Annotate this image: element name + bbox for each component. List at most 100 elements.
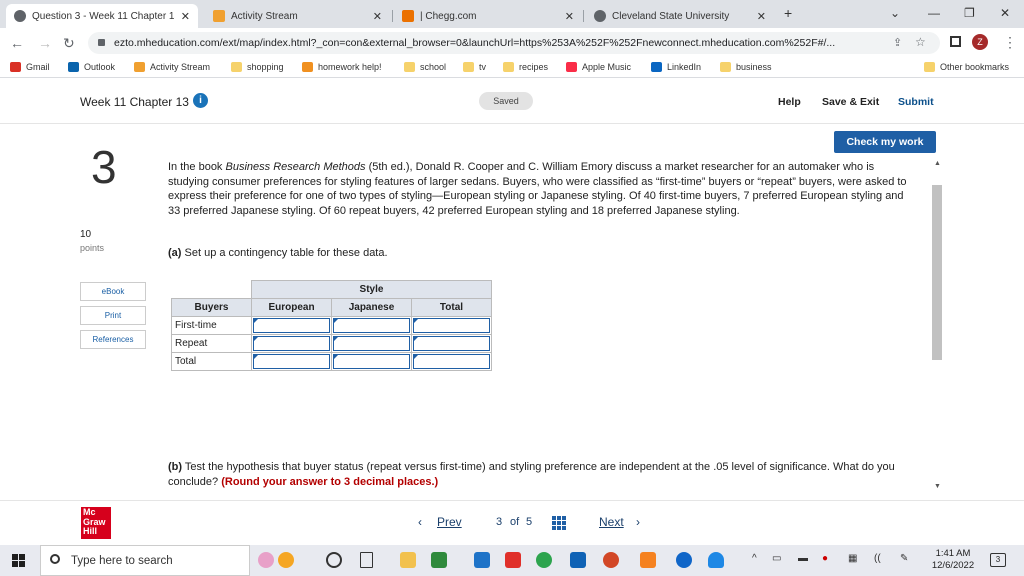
taskbar-clock[interactable]: 1:41 AM 12/6/2022 bbox=[924, 548, 982, 572]
close-icon[interactable]: ✕ bbox=[757, 10, 766, 23]
tab-activity-stream[interactable]: Activity Stream ✕ bbox=[205, 4, 390, 28]
prev-button[interactable]: Prev bbox=[437, 515, 462, 529]
question-prompt: In the book Business Research Methods (5… bbox=[168, 161, 907, 217]
bookmark-other[interactable]: Other bookmarks bbox=[924, 62, 1009, 72]
bookmark-gmail[interactable]: Gmail bbox=[10, 62, 50, 72]
csu-icon bbox=[594, 10, 606, 22]
close-icon[interactable]: ✕ bbox=[373, 10, 382, 23]
notification-icon[interactable]: 3 bbox=[990, 553, 1006, 567]
bookmark-linkedin[interactable]: LinkedIn bbox=[651, 62, 701, 72]
scroll-down-icon[interactable]: ▼ bbox=[934, 483, 941, 490]
bookmark-outlook[interactable]: Outlook bbox=[68, 62, 115, 72]
folder-icon bbox=[463, 62, 474, 72]
store-icon[interactable] bbox=[431, 552, 447, 568]
assignment-footer: Mc Graw Hill ‹ Prev 3 of 5 Next › bbox=[0, 500, 1024, 545]
powerpoint-icon[interactable] bbox=[603, 552, 619, 568]
chrome-taskbar-icon[interactable] bbox=[536, 552, 552, 568]
app-icon[interactable] bbox=[640, 552, 656, 568]
folder-icon bbox=[924, 62, 935, 72]
cortana-icon[interactable] bbox=[326, 552, 342, 568]
info-icon[interactable]: i bbox=[193, 93, 208, 108]
restore-icon[interactable]: ❐ bbox=[964, 6, 975, 20]
repeat-japanese-input[interactable] bbox=[331, 334, 412, 353]
question-grid-icon[interactable] bbox=[552, 516, 566, 530]
homework-help-icon bbox=[302, 62, 313, 72]
tab-question-3[interactable]: Question 3 - Week 11 Chapter 13 ✕ bbox=[6, 4, 198, 28]
repeat-european-input[interactable] bbox=[251, 334, 332, 353]
outlook-taskbar-icon[interactable] bbox=[570, 552, 586, 568]
forward-arrow-icon[interactable]: → bbox=[38, 35, 52, 51]
bookmark-business[interactable]: business bbox=[720, 62, 772, 72]
points-label: points bbox=[80, 243, 105, 253]
windows-start-icon[interactable] bbox=[12, 554, 25, 567]
bookmark-school[interactable]: school bbox=[404, 62, 446, 72]
onedrive-icon[interactable] bbox=[708, 552, 724, 568]
total-european-input[interactable] bbox=[251, 352, 332, 371]
taskbar-search-input[interactable]: Type here to search bbox=[40, 545, 250, 576]
battery-icon[interactable]: ▬ bbox=[798, 553, 808, 564]
cookie-widget-icon[interactable] bbox=[258, 552, 274, 568]
bookmark-homework-help[interactable]: homework help! bbox=[302, 62, 382, 72]
reload-icon[interactable]: ↻ bbox=[63, 35, 75, 52]
first-time-total-input[interactable] bbox=[411, 316, 492, 335]
tab-cleveland-state[interactable]: Cleveland State University ✕ bbox=[586, 4, 774, 28]
mail-icon[interactable] bbox=[474, 552, 490, 568]
close-icon[interactable]: ✕ bbox=[181, 10, 190, 23]
total-total-input[interactable] bbox=[411, 352, 492, 371]
help-icon[interactable] bbox=[676, 552, 692, 568]
cookie-widget-icon[interactable] bbox=[278, 552, 294, 568]
pen-icon[interactable]: ✎ bbox=[900, 553, 908, 564]
check-my-work-button[interactable]: Check my work bbox=[834, 131, 936, 153]
next-button[interactable]: Next bbox=[599, 515, 624, 529]
table-row: Total bbox=[171, 352, 492, 371]
network-icon[interactable]: ▦ bbox=[848, 553, 857, 564]
content-scrollbar[interactable]: ▲ ▼ bbox=[931, 160, 943, 490]
first-time-european-input[interactable] bbox=[251, 316, 332, 335]
window-close-icon[interactable]: ✕ bbox=[1000, 6, 1010, 20]
office-icon[interactable] bbox=[505, 552, 521, 568]
meet-now-icon[interactable]: ▭ bbox=[772, 553, 781, 564]
assignment-header: Week 11 Chapter 13 i Saved Help Save & E… bbox=[0, 78, 1024, 124]
file-explorer-icon[interactable] bbox=[400, 552, 416, 568]
bookmark-recipes[interactable]: recipes bbox=[503, 62, 548, 72]
scroll-up-icon[interactable]: ▲ bbox=[934, 160, 941, 167]
bookmark-tv[interactable]: tv bbox=[463, 62, 486, 72]
next-chevron-icon[interactable]: › bbox=[636, 515, 640, 529]
tray-chevron-icon[interactable]: ^ bbox=[752, 553, 757, 564]
close-icon[interactable]: ✕ bbox=[565, 10, 574, 23]
bookmark-activity-stream[interactable]: Activity Stream bbox=[134, 62, 210, 72]
profile-avatar[interactable]: Z bbox=[972, 34, 988, 50]
task-view-icon[interactable] bbox=[360, 552, 373, 568]
help-link[interactable]: Help bbox=[778, 96, 801, 108]
scroll-thumb[interactable] bbox=[932, 185, 942, 360]
prev-chevron-icon[interactable]: ‹ bbox=[418, 515, 422, 529]
repeat-total-input[interactable] bbox=[411, 334, 492, 353]
bookmark-star-icon[interactable]: ☆ bbox=[915, 35, 926, 49]
share-icon[interactable]: ⇪ bbox=[893, 36, 902, 49]
back-arrow-icon[interactable]: ← bbox=[10, 35, 24, 51]
new-tab-button[interactable]: + bbox=[784, 5, 792, 21]
url-input[interactable]: ezto.mheducation.com/ext/map/index.html?… bbox=[88, 32, 940, 54]
rounding-instruction: (Round your answer to 3 decimal places.) bbox=[221, 475, 439, 488]
bookmark-shopping[interactable]: shopping bbox=[231, 62, 284, 72]
first-time-japanese-input[interactable] bbox=[331, 316, 412, 335]
outlook-icon bbox=[68, 62, 79, 72]
references-button[interactable]: References bbox=[80, 330, 146, 349]
save-exit-link[interactable]: Save & Exit bbox=[822, 96, 879, 108]
ebook-button[interactable]: eBook bbox=[80, 282, 146, 301]
minimize-icon[interactable]: — bbox=[928, 6, 940, 20]
bookmark-apple-music[interactable]: Apple Music bbox=[566, 62, 631, 72]
table-row: Repeat bbox=[171, 334, 492, 353]
tab-chegg[interactable]: | Chegg.com ✕ bbox=[394, 4, 582, 28]
security-icon[interactable]: ● bbox=[822, 553, 828, 564]
wifi-icon[interactable]: (( bbox=[874, 553, 881, 564]
total-japanese-input[interactable] bbox=[331, 352, 412, 371]
tab-search-chevron-icon[interactable]: ⌄ bbox=[890, 6, 900, 20]
submit-link[interactable]: Submit bbox=[898, 96, 934, 108]
menu-kebab-icon[interactable]: ⋮ bbox=[1003, 34, 1017, 51]
folder-icon bbox=[404, 62, 415, 72]
gmail-icon bbox=[10, 62, 21, 72]
bookmarks-bar: Gmail Outlook Activity Stream shopping h… bbox=[0, 58, 1024, 78]
print-button[interactable]: Print bbox=[80, 306, 146, 325]
extension-icon[interactable] bbox=[950, 36, 961, 47]
